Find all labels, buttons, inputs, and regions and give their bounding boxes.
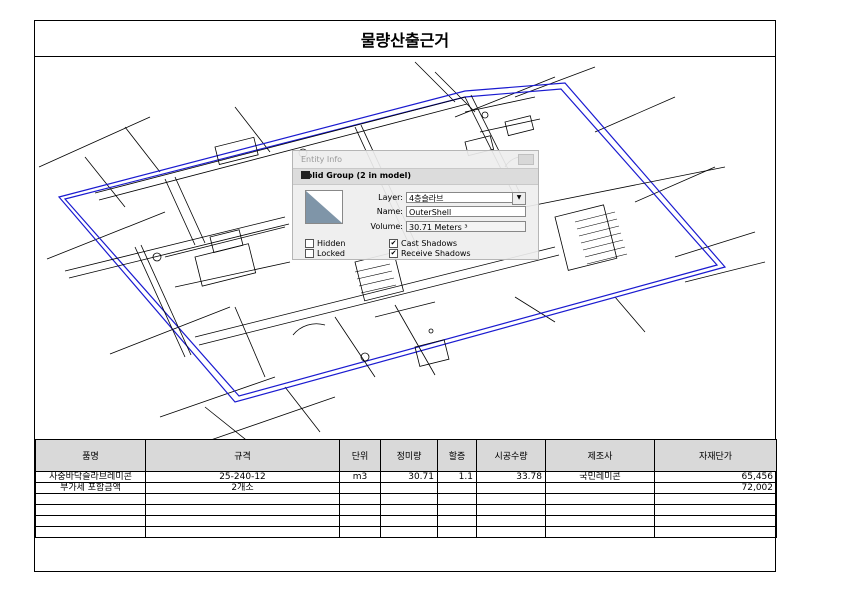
hidden-label: Hidden xyxy=(317,239,346,248)
entity-info-title: Entity Info xyxy=(301,155,343,164)
material-swatch-icon xyxy=(306,191,342,223)
hidden-checkbox[interactable]: Hidden xyxy=(305,239,345,248)
table-cell: 65,456 xyxy=(654,471,777,483)
table-row xyxy=(35,526,777,538)
selection-summary: Solid Group (2 in model) xyxy=(301,171,412,180)
chevron-down-icon[interactable]: ▼ xyxy=(512,192,526,205)
table-cell xyxy=(339,504,381,516)
close-icon[interactable] xyxy=(518,154,534,165)
table-cell xyxy=(339,482,381,494)
table-cell: 사중바닥슬라브레미콘 xyxy=(35,471,146,483)
table-cell xyxy=(339,493,381,505)
page-title: 물량산출근거 xyxy=(35,21,775,57)
table-cell xyxy=(437,482,477,494)
column-header: 규격 xyxy=(145,439,340,472)
table-cell: 33.78 xyxy=(476,471,546,483)
table-cell xyxy=(339,526,381,538)
table-row xyxy=(35,493,777,505)
cast-shadows-label: Cast Shadows xyxy=(401,239,458,248)
table-cell xyxy=(380,482,438,494)
table-cell xyxy=(145,504,340,516)
name-label: Name: xyxy=(376,207,403,216)
table-cell: m3 xyxy=(339,471,381,483)
table-cell xyxy=(476,515,546,527)
table-cell xyxy=(35,515,146,527)
column-header: 자재단가 xyxy=(654,439,777,472)
table-cell xyxy=(476,526,546,538)
entity-info-panel: Entity Info Solid Group (2 in model) Lay… xyxy=(292,150,539,260)
table-cell xyxy=(437,526,477,538)
table-cell xyxy=(35,493,146,505)
column-header: 정미량 xyxy=(380,439,438,472)
column-header: 단위 xyxy=(339,439,381,472)
quantity-table: 품명 규격 단위 정미량 할증 시공수량 제조사 자재단가 사중바닥슬라브레미콘… xyxy=(35,439,777,538)
table-cell xyxy=(437,515,477,527)
material-swatch[interactable] xyxy=(305,190,343,224)
volume-label: Volume: xyxy=(370,222,403,231)
table-cell xyxy=(545,504,655,516)
table-cell: 25-240-12 xyxy=(145,471,340,483)
volume-value: 30.71 Meters ³ xyxy=(406,221,526,232)
table-cell xyxy=(654,515,777,527)
cast-shadows-checkbox[interactable]: ✔ Cast Shadows xyxy=(389,239,457,248)
locked-checkbox[interactable]: Locked xyxy=(305,249,345,258)
hidden-checkbox-box[interactable] xyxy=(305,239,314,248)
table-cell xyxy=(145,515,340,527)
table-cell xyxy=(545,482,655,494)
column-header: 시공수량 xyxy=(476,439,546,472)
name-field[interactable]: OuterShell xyxy=(406,206,526,217)
table-cell: 2개소 xyxy=(145,482,340,494)
locked-checkbox-box[interactable] xyxy=(305,249,314,258)
table-row: 사중바닥슬라브레미콘 25-240-12 m3 30.71 1.1 33.78 … xyxy=(35,471,777,483)
table-cell: 국민레미콘 xyxy=(545,471,655,483)
details-toggle-icon[interactable] xyxy=(301,171,310,179)
table-row xyxy=(35,515,777,527)
check-icon[interactable]: ✔ xyxy=(389,239,398,248)
table-row: 부가세 포함금액 2개소 72,002 xyxy=(35,482,777,494)
table-cell: 30.71 xyxy=(380,471,438,483)
table-cell xyxy=(145,526,340,538)
document-sheet: 물량산출근거 Entity Info Solid Group (2 in mod… xyxy=(34,20,777,572)
floor-plan-drawing: Entity Info Solid Group (2 in model) Lay… xyxy=(35,57,775,439)
table-cell xyxy=(339,515,381,527)
column-header: 할증 xyxy=(437,439,477,472)
table-cell xyxy=(654,504,777,516)
table-cell: 부가세 포함금액 xyxy=(35,482,146,494)
check-icon[interactable]: ✔ xyxy=(389,249,398,258)
receive-shadows-checkbox[interactable]: ✔ Receive Shadows xyxy=(389,249,471,258)
table-cell xyxy=(545,515,655,527)
table-cell xyxy=(545,493,655,505)
table-cell xyxy=(476,504,546,516)
table-cell xyxy=(380,526,438,538)
table-cell xyxy=(380,504,438,516)
table-cell xyxy=(35,504,146,516)
table-cell xyxy=(145,493,340,505)
receive-shadows-label: Receive Shadows xyxy=(401,249,471,258)
table-cell: 1.1 xyxy=(437,471,477,483)
entity-info-header: Solid Group (2 in model) xyxy=(293,168,538,185)
locked-label: Locked xyxy=(317,249,345,258)
table-cell xyxy=(476,482,546,494)
layer-label: Layer: xyxy=(378,193,403,202)
table-cell xyxy=(380,515,438,527)
column-header: 제조사 xyxy=(545,439,655,472)
table-cell xyxy=(380,493,438,505)
table-cell xyxy=(654,493,777,505)
table-cell xyxy=(437,493,477,505)
table-header-row: 품명 규격 단위 정미량 할증 시공수량 제조사 자재단가 xyxy=(35,439,777,472)
table-cell xyxy=(437,504,477,516)
column-header: 품명 xyxy=(35,439,146,472)
table-cell xyxy=(654,526,777,538)
table-cell xyxy=(545,526,655,538)
table-cell xyxy=(476,493,546,505)
table-cell xyxy=(35,526,146,538)
table-cell: 72,002 xyxy=(654,482,777,494)
table-row xyxy=(35,504,777,516)
layer-select[interactable]: 4층슬라브 ▼ xyxy=(406,192,526,205)
layer-value: 4층슬라브 xyxy=(409,194,444,203)
